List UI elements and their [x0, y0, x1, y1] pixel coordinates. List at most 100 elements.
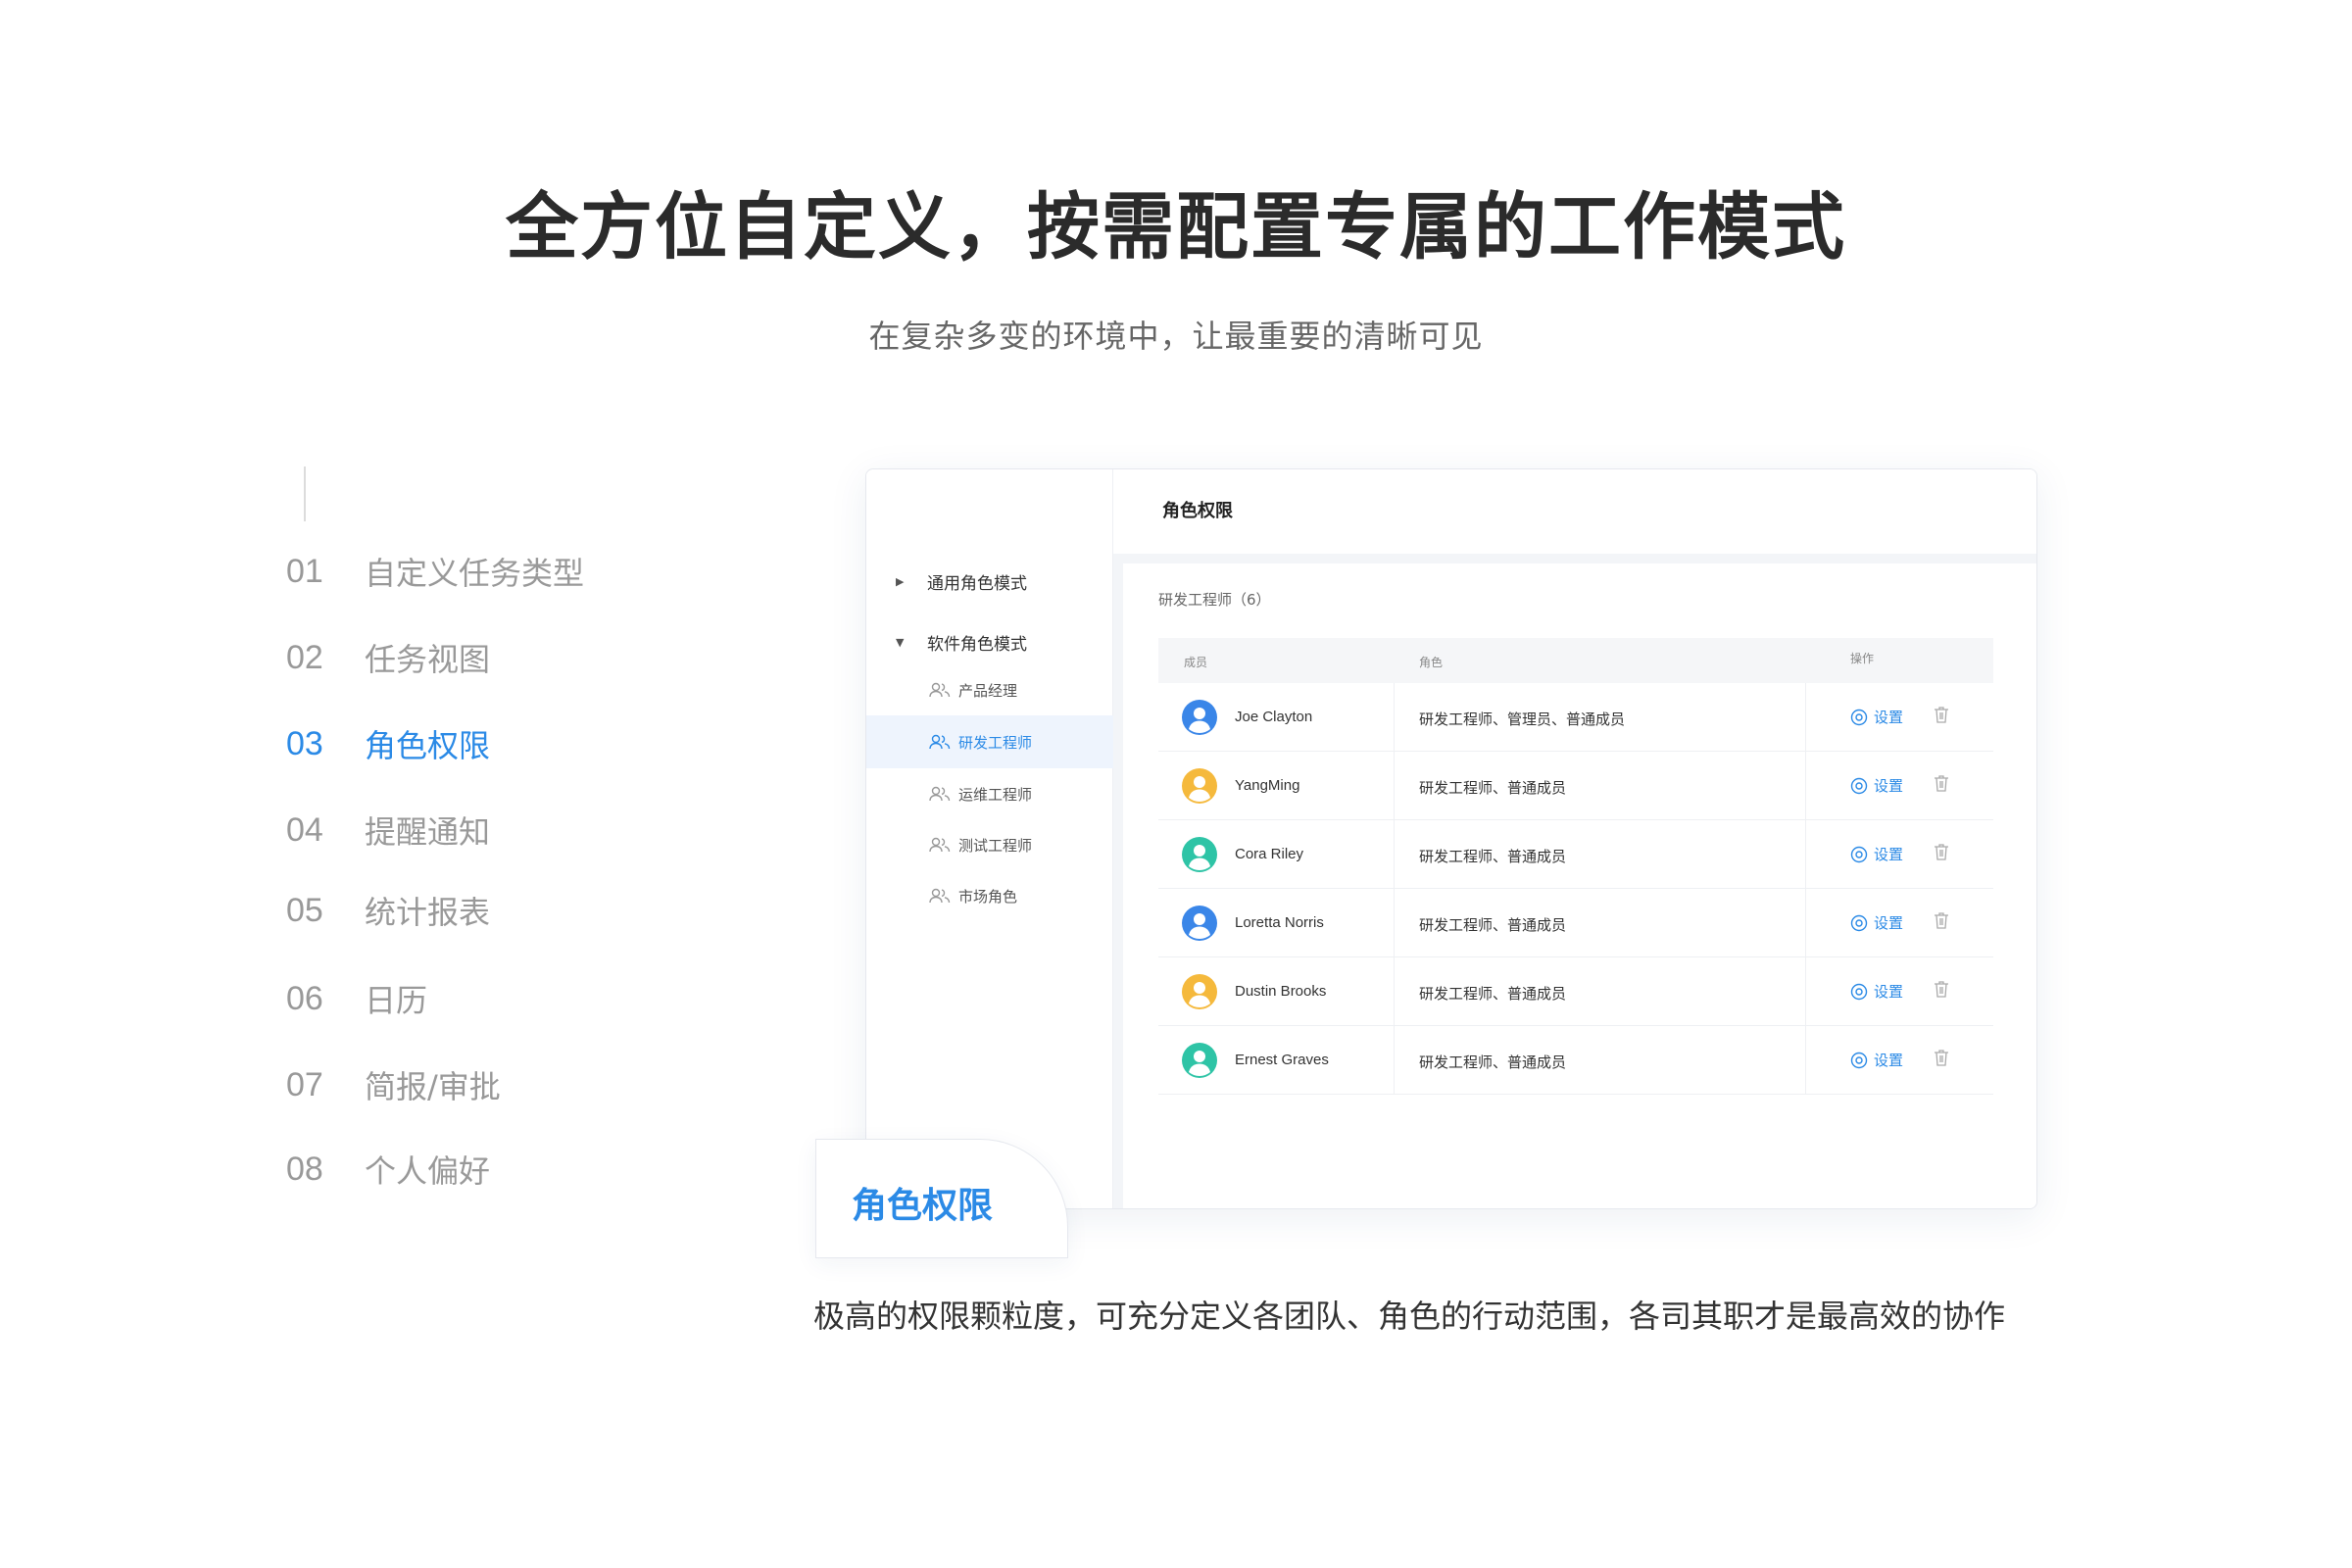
avatar: [1182, 700, 1217, 735]
table-row: Ernest Graves 研发工程师、普通成员 设置: [1158, 1026, 1993, 1095]
column-divider: [1805, 957, 1806, 1025]
member-table: 成员 角色 操作 Joe Clayton 研发工程师、管理员、普通成员 设置 Yang…: [1158, 638, 1993, 1095]
settings-icon: [1850, 846, 1868, 862]
feature-badge-label: 角色权限: [852, 1186, 994, 1226]
settings-button[interactable]: 设置: [1850, 775, 1903, 796]
nav-item-preferences[interactable]: 08 个人偏好: [286, 1147, 490, 1192]
settings-icon: [1850, 1052, 1868, 1068]
delete-button[interactable]: [1933, 842, 1950, 865]
settings-button[interactable]: 设置: [1850, 981, 1903, 1002]
delete-button[interactable]: [1933, 705, 1950, 728]
member-roles: 研发工程师、普通成员: [1419, 1054, 1567, 1071]
settings-label: 设置: [1874, 983, 1904, 1001]
users-icon: [929, 734, 951, 750]
table-body: Joe Clayton 研发工程师、管理员、普通成员 设置 YangMing 研发工程师…: [1158, 683, 1993, 1095]
role-group-caption: 研发工程师（6）: [1158, 591, 1271, 609]
settings-icon: [1850, 983, 1868, 1000]
delete-button[interactable]: [1933, 979, 1950, 1003]
member-roles: 研发工程师、管理员、普通成员: [1419, 710, 1626, 728]
main-content: 角色权限 研发工程师（6） 成员 角色 操作 Joe Clayton 研发工程师、…: [1113, 469, 2036, 1208]
column-divider: [1805, 820, 1806, 888]
main-title: 角色权限: [1162, 501, 1233, 521]
nav-item-briefing[interactable]: 07 简报/审批: [286, 1062, 501, 1107]
sidebar-role-developer[interactable]: 研发工程师: [866, 715, 1113, 768]
trash-icon: [1935, 707, 1948, 723]
nav-item-reminder[interactable]: 04 提醒通知: [286, 808, 490, 853]
nav-item-role-permission[interactable]: 03 角色权限: [286, 721, 490, 766]
column-divider: [1394, 889, 1395, 956]
user-avatar-icon: [1182, 768, 1217, 804]
settings-button[interactable]: 设置: [1850, 912, 1903, 933]
users-icon: [929, 786, 951, 802]
column-header-role: 角色: [1419, 656, 1444, 669]
app-window: ▶ 通用角色模式 ▼ 软件角色模式 产品经理 研发工程师 运维工程师 测试工程师…: [865, 468, 2037, 1209]
nav-item-number: 06: [286, 979, 323, 1017]
users-icon: [929, 837, 951, 853]
member-panel: 研发工程师（6） 成员 角色 操作 Joe Clayton 研发工程师、管理员、普…: [1123, 564, 2036, 1208]
nav-indicator-line: [304, 466, 306, 521]
delete-button[interactable]: [1933, 773, 1950, 797]
settings-button[interactable]: 设置: [1850, 844, 1903, 864]
trash-icon: [1935, 844, 1948, 860]
sidebar-group-general[interactable]: ▶ 通用角色模式: [896, 569, 1027, 594]
column-divider: [1394, 752, 1395, 819]
member-name: YangMing: [1235, 777, 1300, 794]
avatar: [1182, 1043, 1217, 1078]
nav-item-number: 02: [286, 638, 323, 676]
page-subtitle: 在复杂多变的环境中，让最重要的清晰可见: [868, 318, 1484, 355]
sidebar-role-label: 产品经理: [958, 681, 1018, 700]
nav-item-label: 提醒通知: [365, 813, 491, 851]
delete-button[interactable]: [1933, 1048, 1950, 1071]
avatar: [1182, 906, 1217, 941]
nav-item-custom-task-type[interactable]: 01 自定义任务类型: [286, 549, 584, 594]
users-icon: [929, 888, 951, 904]
role-sidebar: ▶ 通用角色模式 ▼ 软件角色模式 产品经理 研发工程师 运维工程师 测试工程师…: [866, 469, 1113, 1208]
avatar: [1182, 974, 1217, 1009]
nav-item-calendar[interactable]: 06 日历: [286, 976, 427, 1021]
caret-right-icon: ▶: [896, 575, 905, 588]
member-roles: 研发工程师、普通成员: [1419, 848, 1567, 865]
sidebar-group-label: 通用角色模式: [927, 574, 1027, 594]
nav-item-label: 自定义任务类型: [365, 555, 585, 592]
avatar: [1182, 837, 1217, 872]
sidebar-role-label: 测试工程师: [958, 836, 1033, 855]
settings-button[interactable]: 设置: [1850, 707, 1903, 727]
sidebar-role-product-manager[interactable]: 产品经理: [866, 663, 1113, 716]
nav-item-statistics[interactable]: 05 统计报表: [286, 888, 490, 933]
avatar: [1182, 768, 1217, 804]
sidebar-role-label: 市场角色: [958, 887, 1018, 906]
column-header-action: 操作: [1850, 652, 1875, 665]
feature-badge: 角色权限: [815, 1139, 1068, 1258]
sidebar-group-software[interactable]: ▼ 软件角色模式: [896, 630, 1027, 655]
nav-item-task-view[interactable]: 02 任务视图: [286, 635, 490, 680]
nav-item-label: 日历: [365, 982, 428, 1019]
trash-icon: [1935, 912, 1948, 929]
member-name: Cora Riley: [1235, 846, 1304, 862]
settings-label: 设置: [1874, 777, 1904, 795]
nav-item-number: 07: [286, 1065, 323, 1103]
sidebar-role-marketing[interactable]: 市场角色: [866, 869, 1113, 922]
feature-caption: 极高的权限颗粒度，可充分定义各团队、角色的行动范围，各司其职才是最高效的协作: [813, 1298, 2006, 1335]
member-name: Joe Clayton: [1235, 709, 1313, 725]
sidebar-role-qa[interactable]: 测试工程师: [866, 818, 1113, 871]
member-name: Loretta Norris: [1235, 914, 1324, 931]
member-roles: 研发工程师、普通成员: [1419, 985, 1567, 1003]
nav-item-label: 个人偏好: [365, 1152, 491, 1190]
table-row: Loretta Norris 研发工程师、普通成员 设置: [1158, 889, 1993, 957]
user-avatar-icon: [1182, 1043, 1217, 1078]
member-roles: 研发工程师、普通成员: [1419, 916, 1567, 934]
sidebar-role-label: 研发工程师: [958, 733, 1033, 752]
settings-icon: [1850, 914, 1868, 931]
nav-item-number: 01: [286, 552, 323, 590]
table-row: Cora Riley 研发工程师、普通成员 设置: [1158, 820, 1993, 889]
column-divider: [1394, 820, 1395, 888]
delete-button[interactable]: [1933, 910, 1950, 934]
column-divider: [1805, 1026, 1806, 1094]
trash-icon: [1935, 775, 1948, 792]
settings-label: 设置: [1874, 846, 1904, 863]
table-header: 成员 角色 操作: [1158, 638, 1993, 683]
settings-button[interactable]: 设置: [1850, 1050, 1903, 1070]
column-divider: [1805, 683, 1806, 751]
sidebar-role-ops[interactable]: 运维工程师: [866, 767, 1113, 820]
user-avatar-icon: [1182, 700, 1217, 735]
